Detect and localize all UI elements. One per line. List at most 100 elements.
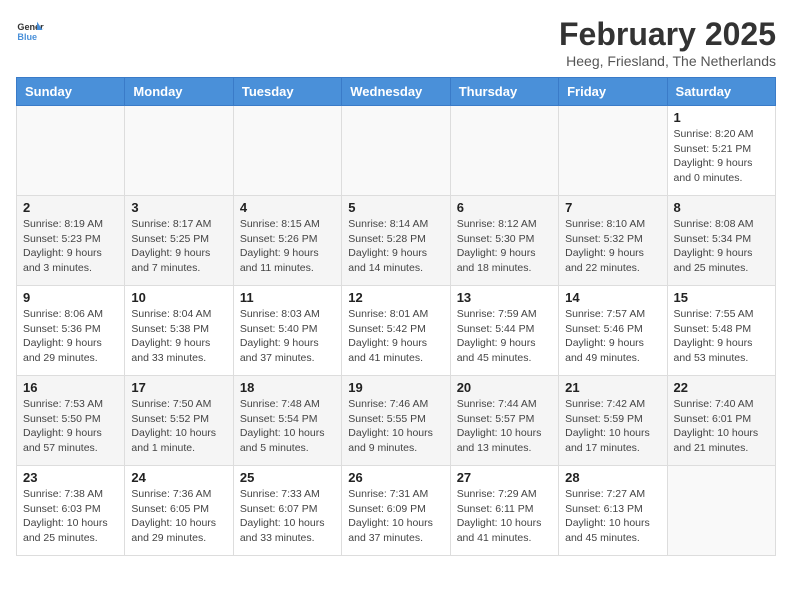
day-info: Sunrise: 8:04 AM Sunset: 5:38 PM Dayligh… bbox=[131, 307, 226, 366]
day-number: 25 bbox=[240, 470, 335, 485]
calendar-week-row: 2Sunrise: 8:19 AM Sunset: 5:23 PM Daylig… bbox=[17, 196, 776, 286]
calendar-cell: 6 Sunrise: 8:12 AM Sunset: 5:30 PM Daylig… bbox=[450, 196, 558, 286]
calendar-cell: 9 Sunrise: 8:06 AM Sunset: 5:36 PM Daylig… bbox=[17, 286, 125, 376]
weekday-header-wednesday: Wednesday bbox=[342, 78, 450, 106]
calendar-cell: 25 Sunrise: 7:33 AM Sunset: 6:07 PM Dayli… bbox=[233, 466, 341, 556]
calendar-cell: 24Sunrise: 7:36 AM Sunset: 6:05 PM Dayli… bbox=[125, 466, 233, 556]
day-number: 19 bbox=[348, 380, 443, 395]
generalblue-logo-icon: General Blue bbox=[16, 16, 44, 44]
calendar-cell: 26 Sunrise: 7:31 AM Sunset: 6:09 PM Dayli… bbox=[342, 466, 450, 556]
day-info: Sunrise: 7:29 AM Sunset: 6:11 PM Dayligh… bbox=[457, 487, 552, 546]
calendar-cell bbox=[342, 106, 450, 196]
title-block: February 2025 Heeg, Friesland, The Nethe… bbox=[559, 16, 776, 69]
page-header: General Blue February 2025 Heeg, Friesla… bbox=[16, 16, 776, 69]
weekday-header-row: SundayMondayTuesdayWednesdayThursdayFrid… bbox=[17, 78, 776, 106]
calendar-week-row: 1 Sunrise: 8:20 AM Sunset: 5:21 PM Daylig… bbox=[17, 106, 776, 196]
day-number: 1 bbox=[674, 110, 769, 125]
day-number: 6 bbox=[457, 200, 552, 215]
calendar-cell: 22 Sunrise: 7:40 AM Sunset: 6:01 PM Dayli… bbox=[667, 376, 775, 466]
weekday-header-tuesday: Tuesday bbox=[233, 78, 341, 106]
day-info: Sunrise: 7:42 AM Sunset: 5:59 PM Dayligh… bbox=[565, 397, 660, 456]
day-number: 14 bbox=[565, 290, 660, 305]
day-info: Sunrise: 8:12 AM Sunset: 5:30 PM Dayligh… bbox=[457, 217, 552, 276]
calendar-week-row: 16Sunrise: 7:53 AM Sunset: 5:50 PM Dayli… bbox=[17, 376, 776, 466]
day-number: 16 bbox=[23, 380, 118, 395]
calendar-cell: 8 Sunrise: 8:08 AM Sunset: 5:34 PM Daylig… bbox=[667, 196, 775, 286]
calendar-cell bbox=[233, 106, 341, 196]
day-number: 18 bbox=[240, 380, 335, 395]
calendar-cell bbox=[559, 106, 667, 196]
calendar-cell: 7 Sunrise: 8:10 AM Sunset: 5:32 PM Daylig… bbox=[559, 196, 667, 286]
day-info: Sunrise: 8:08 AM Sunset: 5:34 PM Dayligh… bbox=[674, 217, 769, 276]
weekday-header-sunday: Sunday bbox=[17, 78, 125, 106]
day-number: 17 bbox=[131, 380, 226, 395]
calendar-cell: 13 Sunrise: 7:59 AM Sunset: 5:44 PM Dayli… bbox=[450, 286, 558, 376]
day-number: 7 bbox=[565, 200, 660, 215]
day-number: 15 bbox=[674, 290, 769, 305]
day-info: Sunrise: 7:40 AM Sunset: 6:01 PM Dayligh… bbox=[674, 397, 769, 456]
calendar-cell: 2Sunrise: 8:19 AM Sunset: 5:23 PM Daylig… bbox=[17, 196, 125, 286]
weekday-header-saturday: Saturday bbox=[667, 78, 775, 106]
day-info: Sunrise: 7:31 AM Sunset: 6:09 PM Dayligh… bbox=[348, 487, 443, 546]
day-info: Sunrise: 7:50 AM Sunset: 5:52 PM Dayligh… bbox=[131, 397, 226, 456]
calendar-cell: 20 Sunrise: 7:44 AM Sunset: 5:57 PM Dayli… bbox=[450, 376, 558, 466]
calendar-cell: 27 Sunrise: 7:29 AM Sunset: 6:11 PM Dayli… bbox=[450, 466, 558, 556]
calendar-cell: 21 Sunrise: 7:42 AM Sunset: 5:59 PM Dayli… bbox=[559, 376, 667, 466]
calendar-cell: 19 Sunrise: 7:46 AM Sunset: 5:55 PM Dayli… bbox=[342, 376, 450, 466]
day-number: 13 bbox=[457, 290, 552, 305]
weekday-header-monday: Monday bbox=[125, 78, 233, 106]
logo: General Blue bbox=[16, 16, 44, 44]
day-info: Sunrise: 8:10 AM Sunset: 5:32 PM Dayligh… bbox=[565, 217, 660, 276]
day-info: Sunrise: 8:15 AM Sunset: 5:26 PM Dayligh… bbox=[240, 217, 335, 276]
day-info: Sunrise: 8:20 AM Sunset: 5:21 PM Dayligh… bbox=[674, 127, 769, 186]
day-info: Sunrise: 7:44 AM Sunset: 5:57 PM Dayligh… bbox=[457, 397, 552, 456]
day-info: Sunrise: 7:55 AM Sunset: 5:48 PM Dayligh… bbox=[674, 307, 769, 366]
calendar-cell: 17 Sunrise: 7:50 AM Sunset: 5:52 PM Dayli… bbox=[125, 376, 233, 466]
day-number: 22 bbox=[674, 380, 769, 395]
calendar-cell bbox=[450, 106, 558, 196]
calendar-cell: 5Sunrise: 8:14 AM Sunset: 5:28 PM Daylig… bbox=[342, 196, 450, 286]
day-number: 11 bbox=[240, 290, 335, 305]
calendar-cell: 10 Sunrise: 8:04 AM Sunset: 5:38 PM Dayli… bbox=[125, 286, 233, 376]
day-info: Sunrise: 8:03 AM Sunset: 5:40 PM Dayligh… bbox=[240, 307, 335, 366]
day-number: 10 bbox=[131, 290, 226, 305]
day-number: 3 bbox=[131, 200, 226, 215]
day-info: Sunrise: 8:01 AM Sunset: 5:42 PM Dayligh… bbox=[348, 307, 443, 366]
day-info: Sunrise: 8:14 AM Sunset: 5:28 PM Dayligh… bbox=[348, 217, 443, 276]
calendar-cell: 4 Sunrise: 8:15 AM Sunset: 5:26 PM Daylig… bbox=[233, 196, 341, 286]
calendar-cell: 12 Sunrise: 8:01 AM Sunset: 5:42 PM Dayli… bbox=[342, 286, 450, 376]
day-number: 8 bbox=[674, 200, 769, 215]
day-info: Sunrise: 7:59 AM Sunset: 5:44 PM Dayligh… bbox=[457, 307, 552, 366]
svg-text:Blue: Blue bbox=[17, 32, 37, 42]
day-info: Sunrise: 8:06 AM Sunset: 5:36 PM Dayligh… bbox=[23, 307, 118, 366]
day-info: Sunrise: 7:36 AM Sunset: 6:05 PM Dayligh… bbox=[131, 487, 226, 546]
calendar-cell: 16Sunrise: 7:53 AM Sunset: 5:50 PM Dayli… bbox=[17, 376, 125, 466]
day-info: Sunrise: 8:17 AM Sunset: 5:25 PM Dayligh… bbox=[131, 217, 226, 276]
calendar-cell bbox=[125, 106, 233, 196]
calendar-cell: 1 Sunrise: 8:20 AM Sunset: 5:21 PM Daylig… bbox=[667, 106, 775, 196]
day-number: 12 bbox=[348, 290, 443, 305]
day-number: 21 bbox=[565, 380, 660, 395]
day-info: Sunrise: 7:57 AM Sunset: 5:46 PM Dayligh… bbox=[565, 307, 660, 366]
day-number: 4 bbox=[240, 200, 335, 215]
day-info: Sunrise: 7:27 AM Sunset: 6:13 PM Dayligh… bbox=[565, 487, 660, 546]
calendar-subtitle: Heeg, Friesland, The Netherlands bbox=[559, 53, 776, 69]
calendar-table: SundayMondayTuesdayWednesdayThursdayFrid… bbox=[16, 77, 776, 556]
calendar-cell: 3 Sunrise: 8:17 AM Sunset: 5:25 PM Daylig… bbox=[125, 196, 233, 286]
calendar-cell: 11 Sunrise: 8:03 AM Sunset: 5:40 PM Dayli… bbox=[233, 286, 341, 376]
calendar-cell bbox=[667, 466, 775, 556]
weekday-header-thursday: Thursday bbox=[450, 78, 558, 106]
day-number: 23 bbox=[23, 470, 118, 485]
day-number: 27 bbox=[457, 470, 552, 485]
calendar-cell: 23Sunrise: 7:38 AM Sunset: 6:03 PM Dayli… bbox=[17, 466, 125, 556]
day-number: 20 bbox=[457, 380, 552, 395]
calendar-cell: 18Sunrise: 7:48 AM Sunset: 5:54 PM Dayli… bbox=[233, 376, 341, 466]
calendar-cell: 14 Sunrise: 7:57 AM Sunset: 5:46 PM Dayli… bbox=[559, 286, 667, 376]
day-number: 26 bbox=[348, 470, 443, 485]
calendar-week-row: 9 Sunrise: 8:06 AM Sunset: 5:36 PM Daylig… bbox=[17, 286, 776, 376]
calendar-cell bbox=[17, 106, 125, 196]
day-info: Sunrise: 7:33 AM Sunset: 6:07 PM Dayligh… bbox=[240, 487, 335, 546]
calendar-cell: 28Sunrise: 7:27 AM Sunset: 6:13 PM Dayli… bbox=[559, 466, 667, 556]
day-number: 9 bbox=[23, 290, 118, 305]
day-info: Sunrise: 7:46 AM Sunset: 5:55 PM Dayligh… bbox=[348, 397, 443, 456]
